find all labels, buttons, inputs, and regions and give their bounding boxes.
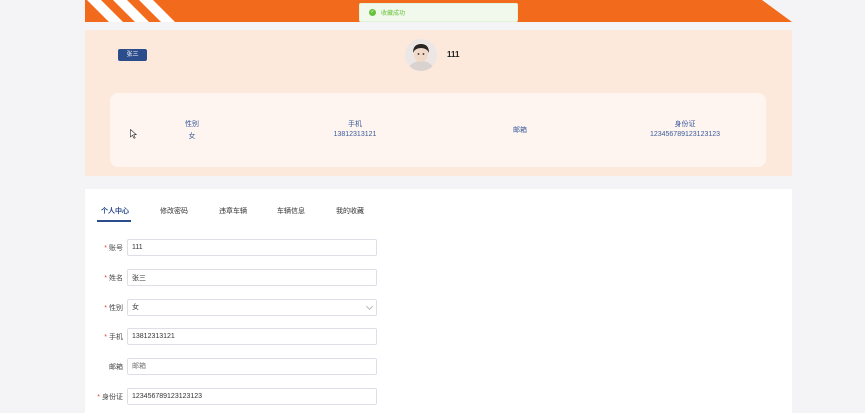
info-box: 性别 女 手机 13812313121 邮箱 身份证 1234567891231… — [110, 93, 766, 167]
toast-message: 收藏成功 — [381, 11, 406, 17]
info-id-card: 身份证 123456789123123123 — [625, 93, 745, 167]
tab-vehicle-info[interactable]: 车辆信息 — [277, 206, 305, 216]
field-label: * 手机 — [104, 332, 123, 342]
required-mark: * — [97, 394, 100, 401]
account-input[interactable] — [127, 239, 377, 256]
gender-select[interactable]: 女 — [127, 299, 377, 316]
required-mark: * — [104, 334, 107, 341]
id-card-input[interactable] — [127, 388, 377, 405]
field-label-text: 账号 — [109, 245, 123, 252]
field-label: 邮箱 — [109, 362, 123, 372]
avatar-image — [405, 39, 437, 71]
active-tab-indicator — [97, 220, 131, 222]
info-label: 手机 — [348, 121, 362, 128]
field-label-text: 性别 — [109, 305, 123, 312]
form-row-account: * 账号 — [85, 239, 485, 256]
info-phone: 手机 13812313121 — [295, 93, 415, 167]
tab-personal-center[interactable]: 个人中心 — [101, 206, 129, 216]
tab-my-favorites[interactable]: 我的收藏 — [336, 206, 364, 216]
info-gender: 性别 女 — [132, 93, 252, 167]
info-value: 123456789123123123 — [649, 131, 721, 138]
profile-card: 张三 111 性别 女 手机 13812313121 邮箱 身份证 123456… — [85, 30, 792, 176]
info-value: 13812313121 — [333, 131, 377, 138]
required-mark: * — [104, 245, 107, 252]
tab-bar: 个人中心 修改密码 违章车辆 车辆信息 我的收藏 — [85, 189, 792, 223]
tab-violation-vehicles[interactable]: 违章车辆 — [219, 206, 247, 216]
required-mark: * — [104, 275, 107, 282]
tab-change-password[interactable]: 修改密码 — [160, 206, 188, 216]
info-label: 性别 — [185, 121, 199, 128]
form-row-name: * 姓名 — [85, 269, 485, 286]
required-mark: * — [104, 305, 107, 312]
field-label-text: 手机 — [109, 334, 123, 341]
form-row-gender: * 性别 女 — [85, 299, 485, 316]
phone-input[interactable] — [127, 328, 377, 345]
field-label-text: 姓名 — [109, 275, 123, 282]
email-input[interactable] — [127, 358, 377, 375]
info-value: 女 — [188, 133, 196, 140]
success-toast: ✓ 收藏成功 — [359, 3, 518, 22]
name-tag: 张三 — [118, 49, 147, 61]
field-label: * 性别 — [104, 303, 123, 313]
info-email: 邮箱 — [460, 93, 580, 167]
field-label: * 身份证 — [97, 392, 123, 402]
field-label: * 账号 — [104, 243, 123, 253]
gender-select-value: 女 — [132, 304, 139, 311]
form-card: 个人中心 修改密码 违章车辆 车辆信息 我的收藏 *账号 *姓名 *性别 女 *… — [85, 189, 792, 413]
check-circle-icon: ✓ — [369, 9, 376, 16]
info-label: 身份证 — [674, 121, 696, 128]
avatar[interactable] — [405, 39, 437, 71]
mouse-cursor-icon — [130, 129, 138, 139]
field-label-text: 身份证 — [102, 394, 123, 401]
form-row-phone: * 手机 — [85, 328, 485, 345]
name-input[interactable] — [127, 269, 377, 286]
field-label: * 姓名 — [104, 273, 123, 283]
info-label: 邮箱 — [513, 127, 527, 134]
form-row-email: 邮箱 — [85, 358, 485, 375]
form-row-id-card: * 身份证 — [85, 388, 485, 405]
username: 111 — [447, 50, 460, 59]
field-label-text: 邮箱 — [109, 364, 123, 371]
